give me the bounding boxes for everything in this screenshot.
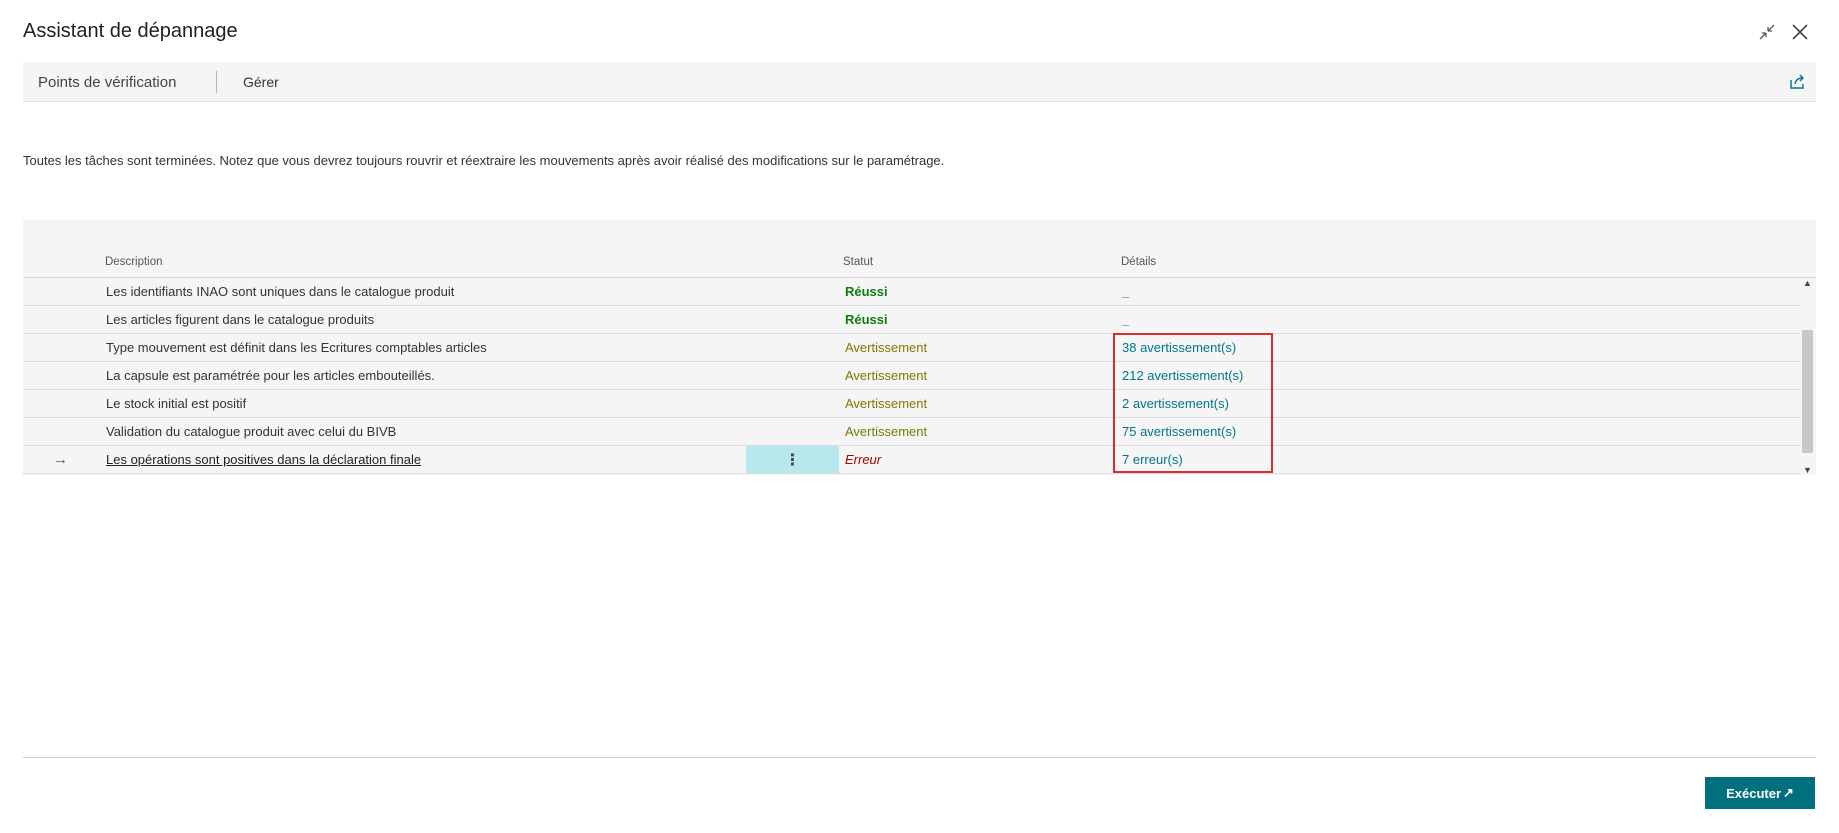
scroll-up-icon[interactable]: ▲ bbox=[1803, 278, 1812, 288]
row-description[interactable]: Les opérations sont positives dans la dé… bbox=[106, 446, 421, 473]
table-row[interactable]: La capsule est paramétrée pour les artic… bbox=[23, 362, 1799, 390]
tab-points-de-verification[interactable]: Points de vérification bbox=[38, 62, 176, 102]
column-header-details[interactable]: Détails bbox=[1121, 256, 1156, 268]
row-description: Validation du catalogue produit avec cel… bbox=[106, 424, 397, 439]
row-arrow-icon: → bbox=[53, 451, 68, 468]
row-details-link[interactable]: 212 avertissement(s) bbox=[1122, 362, 1243, 389]
run-button-label: Exécuter bbox=[1726, 785, 1781, 801]
scroll-down-icon[interactable]: ▼ bbox=[1803, 465, 1812, 475]
row-details-link[interactable]: 2 avertissement(s) bbox=[1122, 390, 1229, 417]
table-row[interactable]: Type mouvement est définit dans les Ecri… bbox=[23, 334, 1799, 362]
external-arrow-icon: ↗ bbox=[1783, 785, 1794, 800]
table-row-selected[interactable]: → Les opérations sont positives dans la … bbox=[23, 446, 1799, 474]
row-status: Réussi bbox=[845, 312, 888, 327]
row-description: Type mouvement est définit dans les Ecri… bbox=[106, 340, 487, 355]
row-details-link[interactable]: 38 avertissement(s) bbox=[1122, 334, 1236, 361]
column-header-status[interactable]: Statut bbox=[843, 256, 873, 268]
row-details[interactable]: _ bbox=[1122, 306, 1129, 333]
column-header-description[interactable]: Description bbox=[105, 256, 163, 268]
vertical-scrollbar[interactable]: ▲ ▼ bbox=[1799, 278, 1816, 475]
grid-header: Description Statut Détails bbox=[23, 220, 1816, 278]
close-icon[interactable] bbox=[1788, 20, 1812, 44]
action-bar: Points de vérification Gérer bbox=[23, 62, 1816, 102]
table-row[interactable]: Le stock initial est positif Avertisseme… bbox=[23, 390, 1799, 418]
row-details-link[interactable]: 7 erreur(s) bbox=[1122, 446, 1183, 473]
scrollbar-thumb[interactable] bbox=[1802, 330, 1813, 453]
table-row[interactable]: Validation du catalogue produit avec cel… bbox=[23, 418, 1799, 446]
collapse-icon[interactable] bbox=[1755, 20, 1779, 44]
run-button[interactable]: Exécuter ↗ bbox=[1705, 777, 1815, 809]
dialog-title: Assistant de dépannage bbox=[23, 20, 238, 42]
row-description: Les articles figurent dans le catalogue … bbox=[106, 312, 375, 327]
row-status: Avertissement bbox=[845, 396, 928, 411]
row-status: Réussi bbox=[845, 284, 888, 299]
tab-separator bbox=[216, 71, 217, 93]
row-description: Le stock initial est positif bbox=[106, 396, 247, 411]
row-description: Les identifiants INAO sont uniques dans … bbox=[106, 284, 455, 299]
table-row[interactable]: Les articles figurent dans le catalogue … bbox=[23, 306, 1799, 334]
share-icon[interactable] bbox=[1788, 73, 1806, 91]
info-message: Toutes les tâches sont terminées. Notez … bbox=[23, 153, 945, 168]
row-status: Erreur bbox=[845, 452, 882, 467]
table-row[interactable]: Les identifiants INAO sont uniques dans … bbox=[23, 278, 1799, 306]
row-details[interactable]: _ bbox=[1122, 278, 1129, 305]
footer-divider bbox=[23, 757, 1816, 758]
tab-gerer[interactable]: Gérer bbox=[243, 62, 279, 102]
row-description: La capsule est paramétrée pour les artic… bbox=[106, 368, 435, 383]
row-status: Avertissement bbox=[845, 340, 928, 355]
row-status: Avertissement bbox=[845, 368, 928, 383]
row-details-link[interactable]: 75 avertissement(s) bbox=[1122, 418, 1236, 445]
row-menu-icon[interactable]: ⋮ bbox=[746, 446, 839, 473]
row-status: Avertissement bbox=[845, 424, 928, 439]
grid-rows: Les identifiants INAO sont uniques dans … bbox=[23, 278, 1799, 474]
checks-grid: Description Statut Détails Les identifia… bbox=[23, 220, 1816, 475]
